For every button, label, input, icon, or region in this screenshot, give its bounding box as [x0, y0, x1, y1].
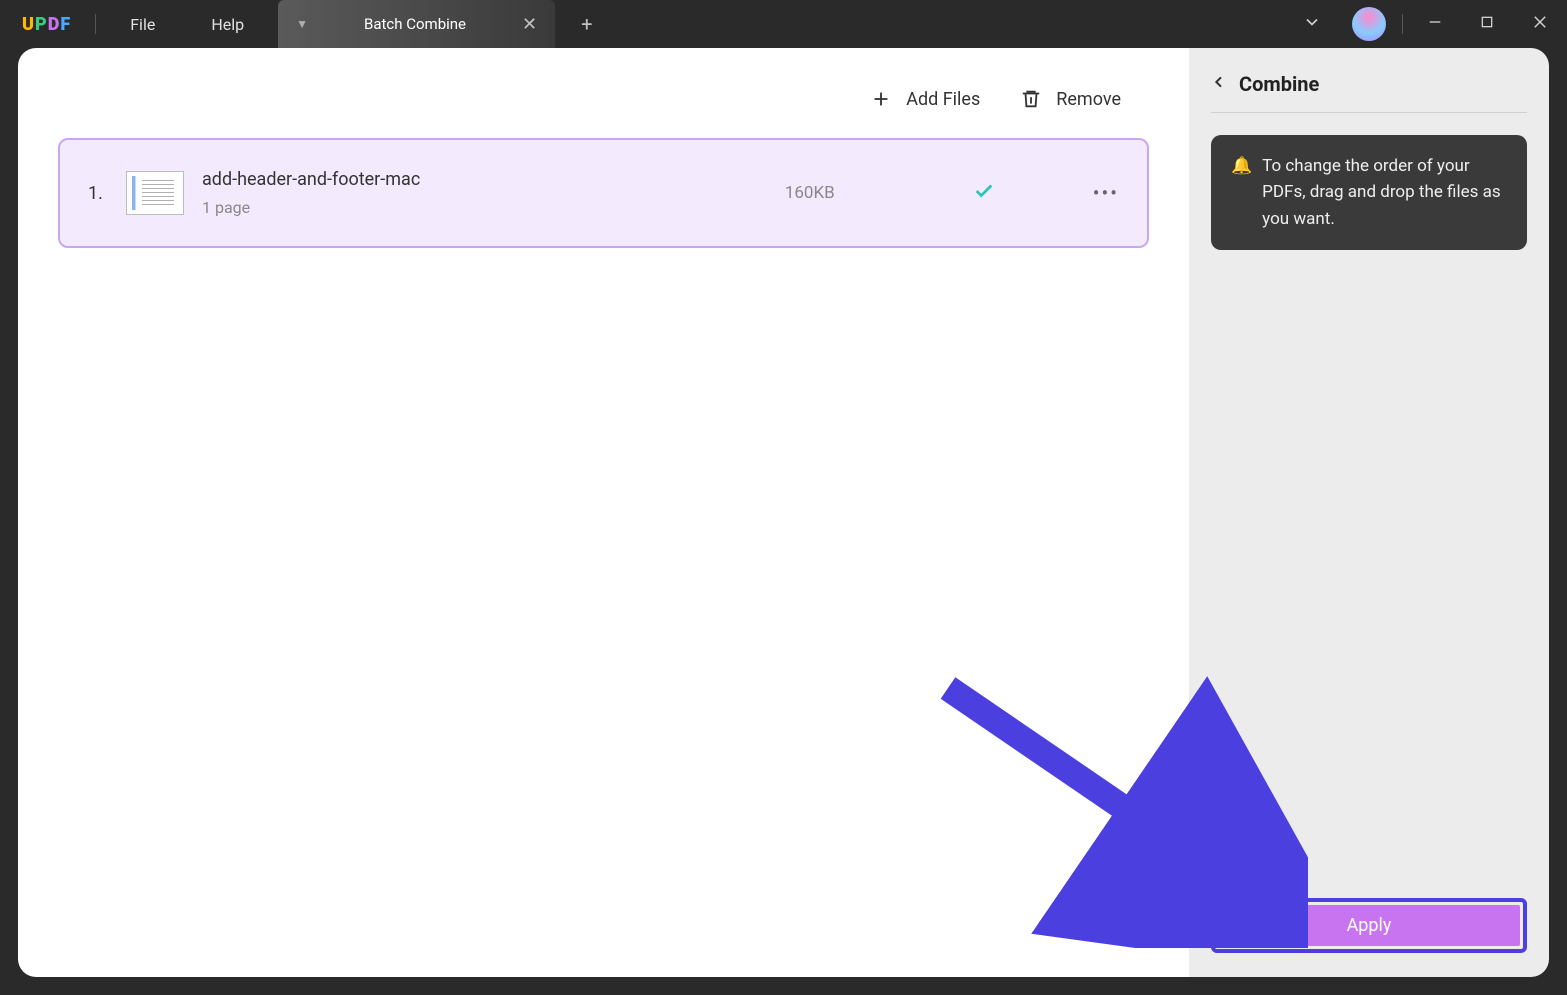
- main-panel: Add Files Remove 1. add-header-and-foote…: [18, 48, 1189, 977]
- window-maximize-icon[interactable]: [1461, 14, 1513, 34]
- file-size: 160KB: [785, 183, 835, 203]
- bell-icon: 🔔: [1231, 153, 1252, 232]
- tab-batch-combine[interactable]: ▼ Batch Combine ✕: [278, 0, 555, 48]
- tab-title: Batch Combine: [324, 15, 506, 33]
- tip-box: 🔔 To change the order of your PDFs, drag…: [1211, 135, 1527, 250]
- remove-button[interactable]: Remove: [1020, 88, 1121, 110]
- file-row[interactable]: 1. add-header-and-footer-mac 1 page 160K…: [58, 138, 1149, 248]
- window-minimize-icon[interactable]: [1409, 14, 1461, 34]
- user-avatar[interactable]: [1352, 7, 1386, 41]
- chevron-down-icon[interactable]: [1282, 12, 1342, 37]
- menu-file[interactable]: File: [102, 15, 183, 34]
- add-files-label: Add Files: [906, 89, 980, 110]
- tab-dropdown-icon[interactable]: ▼: [296, 17, 308, 31]
- menu-help[interactable]: Help: [183, 15, 272, 34]
- back-icon[interactable]: [1211, 74, 1227, 94]
- file-name: add-header-and-footer-mac: [202, 169, 420, 190]
- divider: [95, 14, 96, 34]
- file-thumbnail: [126, 171, 184, 215]
- check-icon: [973, 180, 995, 206]
- app-logo: UPDF: [0, 14, 89, 35]
- window-close-icon[interactable]: [1513, 13, 1567, 35]
- side-panel: Combine 🔔 To change the order of your PD…: [1189, 48, 1549, 977]
- file-more-icon[interactable]: •••: [1093, 181, 1119, 205]
- file-pages: 1 page: [202, 198, 420, 217]
- remove-label: Remove: [1056, 89, 1121, 110]
- side-title: Combine: [1239, 72, 1319, 96]
- new-tab-button[interactable]: +: [555, 12, 618, 36]
- apply-button[interactable]: Apply: [1218, 905, 1520, 946]
- divider: [1402, 14, 1403, 34]
- file-index: 1.: [88, 183, 108, 204]
- add-files-button[interactable]: Add Files: [870, 88, 980, 110]
- tip-text: To change the order of your PDFs, drag a…: [1262, 153, 1507, 232]
- tab-close-icon[interactable]: ✕: [522, 14, 537, 35]
